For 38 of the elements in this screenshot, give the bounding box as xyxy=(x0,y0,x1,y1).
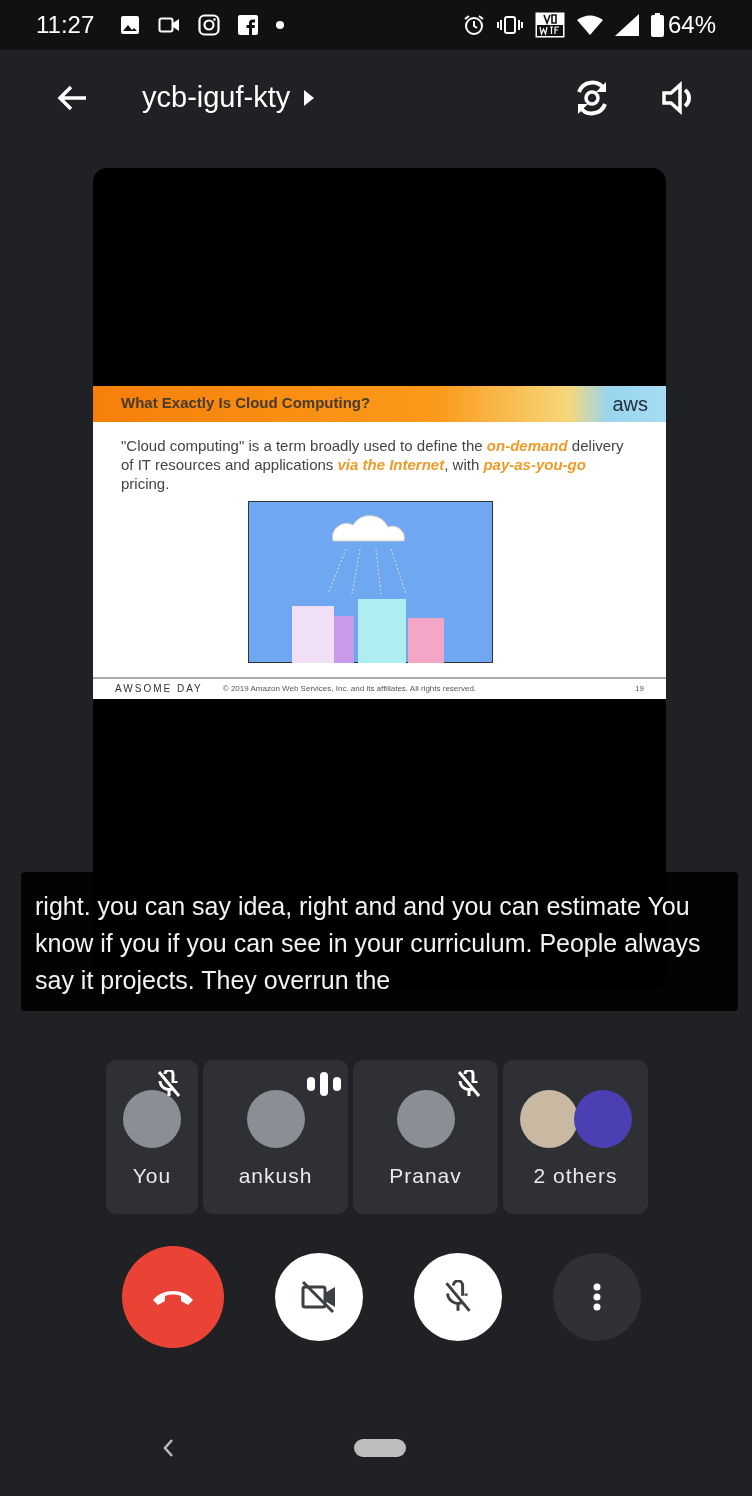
caret-icon xyxy=(304,89,315,106)
f-logo-icon xyxy=(238,15,259,35)
battery-level: 64% xyxy=(667,10,716,40)
participant-name: 2 others xyxy=(533,1163,618,1189)
meeting-title[interactable]: ycb-iguf-kty xyxy=(142,75,315,120)
aws-logo: aws xyxy=(612,393,648,414)
video-icon xyxy=(158,16,181,34)
participant-tile[interactable]: ankush xyxy=(203,1060,348,1214)
participant-name: You xyxy=(132,1163,172,1189)
phone-hangup-icon xyxy=(151,1288,195,1306)
slide-title: What Exactly Is Cloud Computing? xyxy=(121,393,371,414)
vowifi-icon xyxy=(534,12,565,38)
image-icon xyxy=(120,15,141,35)
more-vertical-icon xyxy=(593,1283,601,1311)
slide-copyright: © 2019 Amazon Web Services, Inc. and its affiliates. All rights reserved. xyxy=(222,682,477,695)
wifi-icon xyxy=(576,15,603,35)
participant-tile[interactable]: 2 others xyxy=(503,1060,648,1214)
slide-page-number: 19 xyxy=(635,682,644,695)
home-pill[interactable] xyxy=(354,1439,406,1457)
signal-icon xyxy=(614,14,639,36)
participant-name: Pranav xyxy=(389,1163,462,1189)
participant-tile[interactable]: Pranav xyxy=(353,1060,498,1214)
avatar xyxy=(123,1090,181,1148)
status-time: 11:27 xyxy=(36,10,95,40)
alarm-icon xyxy=(462,14,485,36)
avatar xyxy=(519,1090,578,1148)
slide-brand: AWSOME DAY xyxy=(115,682,203,696)
dot-icon xyxy=(276,21,285,29)
camera-icon xyxy=(198,14,221,36)
participant-tile[interactable]: You xyxy=(106,1060,198,1214)
caption-text: right. you can say idea, right and and you can estimate You know if you if you can see in your curriculum. People always say it projects. They overrun the xyxy=(21,872,738,1011)
battery-icon xyxy=(650,13,664,37)
slide-paragraph: "Cloud computing" is a term broadly used to define the on-demand delivery of IT resources and applications via the Internet, with pay-as-you-go pricing. xyxy=(120,435,625,493)
avatar xyxy=(573,1090,632,1148)
mic-off-icon xyxy=(443,1280,473,1314)
participant-name: ankush xyxy=(238,1163,313,1189)
vibrate-icon xyxy=(496,15,523,35)
camera-off-icon xyxy=(300,1280,338,1314)
